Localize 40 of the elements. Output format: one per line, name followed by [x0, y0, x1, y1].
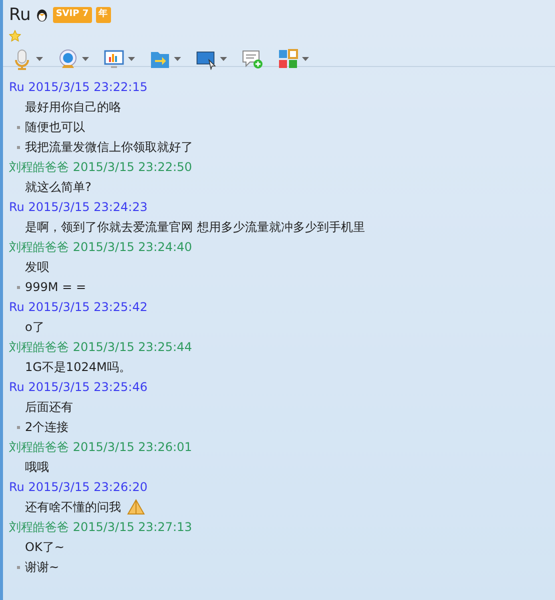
webcam-icon[interactable]: [57, 48, 79, 70]
message-text: 最好用你自己的咯: [25, 99, 121, 116]
caret-icon[interactable]: [36, 56, 43, 62]
caret-icon[interactable]: [128, 56, 135, 62]
message-header: 刘程皓爸爸 2015/3/15 23:24:40: [9, 239, 194, 256]
chat-add-icon[interactable]: [241, 48, 263, 70]
message-text: 是啊，领到了你就去爱流量官网 想用多少流量就冲多少到手机里: [25, 219, 365, 236]
contact-name: Ru: [9, 4, 31, 26]
message-text: OK了~: [25, 539, 64, 556]
message-header: Ru 2015/3/15 23:24:23: [9, 199, 148, 216]
message-text: 哦哦: [25, 459, 49, 476]
message-text: 后面还有: [25, 399, 73, 416]
message-header: Ru 2015/3/15 23:22:15: [9, 79, 148, 96]
message-header: 刘程皓爸爸 2015/3/15 23:27:13: [9, 519, 194, 536]
star-icon: [9, 30, 21, 42]
caret-icon[interactable]: [174, 56, 181, 62]
year-badge: 年: [96, 7, 111, 23]
message-text: 就这么简单?: [25, 179, 92, 196]
penguin-icon: [34, 8, 49, 22]
caret-icon[interactable]: [220, 56, 227, 62]
message-header: Ru 2015/3/15 23:25:46: [9, 379, 148, 396]
message-header: Ru 2015/3/15 23:26:20: [9, 479, 148, 496]
message-header: Ru 2015/3/15 23:25:42: [9, 299, 148, 316]
message-text: 还有啥不懂的问我: [25, 499, 121, 516]
message-text: 谢谢~: [25, 559, 60, 576]
message-text: 我把流量发微信上你领取就好了: [25, 139, 193, 156]
chart-monitor-icon[interactable]: [103, 48, 125, 70]
message-text: 发呗: [25, 259, 49, 276]
message-text: o了: [25, 319, 44, 336]
message-header: 刘程皓爸爸 2015/3/15 23:26:01: [9, 439, 194, 456]
app-grid-icon[interactable]: [277, 48, 299, 70]
caret-icon[interactable]: [82, 56, 89, 62]
caret-icon[interactable]: [302, 56, 309, 62]
message-header: 刘程皓爸爸 2015/3/15 23:25:44: [9, 339, 194, 356]
message-text: 999M = =: [25, 279, 86, 296]
message-text: 随便也可以: [25, 119, 85, 136]
vip-badge: SVIP 7: [52, 7, 92, 23]
message-text: 1G不是1024M吗。: [25, 359, 131, 376]
message-header: 刘程皓爸爸 2015/3/15 23:22:50: [9, 159, 194, 176]
message-text: 2个连接: [25, 419, 69, 436]
